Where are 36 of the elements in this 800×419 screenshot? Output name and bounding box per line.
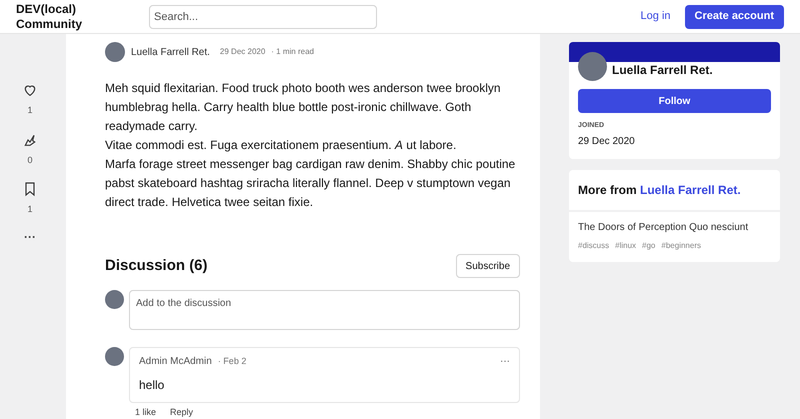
comment-field[interactable]: Add to the discussion <box>129 290 520 330</box>
comment-date: · Feb 2 <box>218 354 246 368</box>
comment-menu-button[interactable]: ··· <box>500 356 510 366</box>
reaction-button[interactable]: 1 <box>22 181 38 216</box>
more-from-heading: More from Luella Farrell Ret. <box>578 182 741 196</box>
author-name[interactable]: Luella Farrell Ret. <box>131 44 210 60</box>
tag[interactable]: #linux <box>615 240 636 252</box>
article-paragraph: Meh squid flexitarian. Food truck photo booth wes anderson twee brooklyn humblebrag hella. Carry health blue bottle post-ironic chillwave. Goth readymade carry. <box>105 80 502 135</box>
article-paragraph: Vitae commodi est. Fuga exercitationem praesentium. A ut labore. <box>105 137 458 154</box>
create-account-button[interactable]: Create account <box>684 4 784 28</box>
tag[interactable]: #go <box>642 240 656 252</box>
profile-name[interactable]: Luella Farrell Ret. <box>612 61 713 79</box>
reaction-button[interactable]: 0 <box>22 132 38 167</box>
site-logo[interactable]: DEV(local) Community <box>16 2 146 32</box>
subscribe-button[interactable]: Subscribe <box>456 254 520 278</box>
search-field[interactable]: Search... <box>149 4 377 28</box>
tag[interactable]: #beginners <box>661 240 701 252</box>
discussion-heading: Discussion (6) <box>105 256 208 276</box>
article-paragraph: Marfa forage street messenger bag cardigan raw denim. Shabby chic poutine pabst skateboard hashtag sriracha literally flannel. Deep v stumptown vegan direct trade. Helvetica twee seitan fixie. <box>105 156 516 211</box>
reply-button[interactable]: Reply <box>170 406 194 419</box>
post-date: 29 Dec 2020 <box>220 46 266 58</box>
tag[interactable]: #discuss <box>578 240 610 252</box>
joined-date: 29 Dec 2020 <box>578 134 636 148</box>
author-avatar <box>105 42 125 62</box>
more-options-button[interactable]: ··· <box>24 230 36 242</box>
post-link[interactable]: The Doors of Perception Quo nesciunt <box>578 220 771 234</box>
reaction-button[interactable]: 1 <box>22 82 38 118</box>
user-avatar <box>105 290 124 309</box>
commenter-name[interactable]: Admin McAdmin <box>139 354 212 369</box>
login-link[interactable]: Log in <box>640 8 671 25</box>
commenter-avatar <box>105 347 124 366</box>
follow-button[interactable]: Follow <box>578 89 771 113</box>
profile-avatar <box>578 52 607 81</box>
read-time: · 1 min read <box>271 46 314 58</box>
like-button[interactable]: 1 like <box>135 406 156 419</box>
comment-text: hello <box>139 377 166 394</box>
